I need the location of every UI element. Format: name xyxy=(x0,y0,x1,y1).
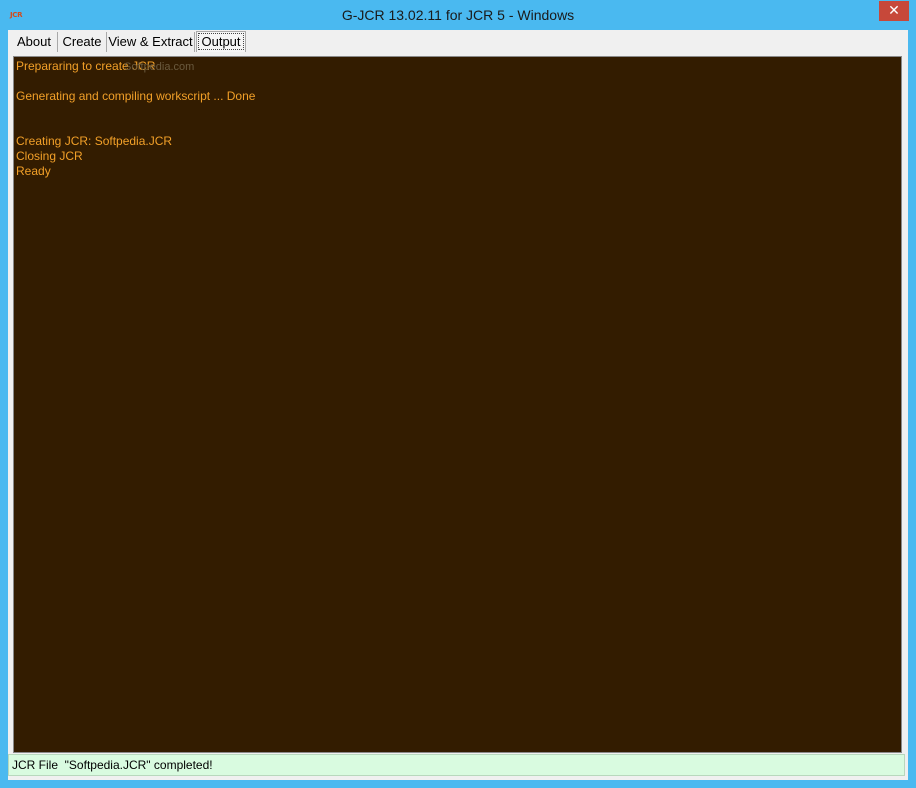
status-bar: JCR File "Softpedia.JCR" completed! xyxy=(8,754,905,776)
tab-strip: About Create View & Extract Output xyxy=(11,30,901,54)
output-log[interactable]: Prepararing to create JCR Softpedia.com … xyxy=(13,56,902,753)
tab-about[interactable]: About xyxy=(11,32,58,52)
output-line: Ready xyxy=(16,164,51,178)
client-area: About Create View & Extract Output Prepa… xyxy=(8,30,908,780)
title-bar[interactable]: JCR G-JCR 13.02.11 for JCR 5 - Windows ✕ xyxy=(0,0,916,30)
window-title: G-JCR 13.02.11 for JCR 5 - Windows xyxy=(341,7,575,23)
output-line: Generating and compiling workscript ... … xyxy=(16,89,256,103)
status-text: JCR File "Softpedia.JCR" completed! xyxy=(12,758,213,772)
output-line: Creating JCR: Softpedia.JCR xyxy=(16,134,173,148)
tab-label: About xyxy=(17,34,51,49)
tab-output[interactable]: Output xyxy=(196,31,246,52)
tab-label: Create xyxy=(62,34,102,49)
close-icon: ✕ xyxy=(888,3,900,19)
close-button[interactable]: ✕ xyxy=(879,1,909,21)
watermark: Softpedia.com xyxy=(124,61,195,73)
output-line: Closing JCR xyxy=(16,149,83,163)
tab-view-extract[interactable]: View & Extract xyxy=(107,32,195,52)
tab-label: Output xyxy=(198,33,244,50)
tab-create[interactable]: Create xyxy=(58,32,107,52)
tab-label: View & Extract xyxy=(108,34,193,49)
